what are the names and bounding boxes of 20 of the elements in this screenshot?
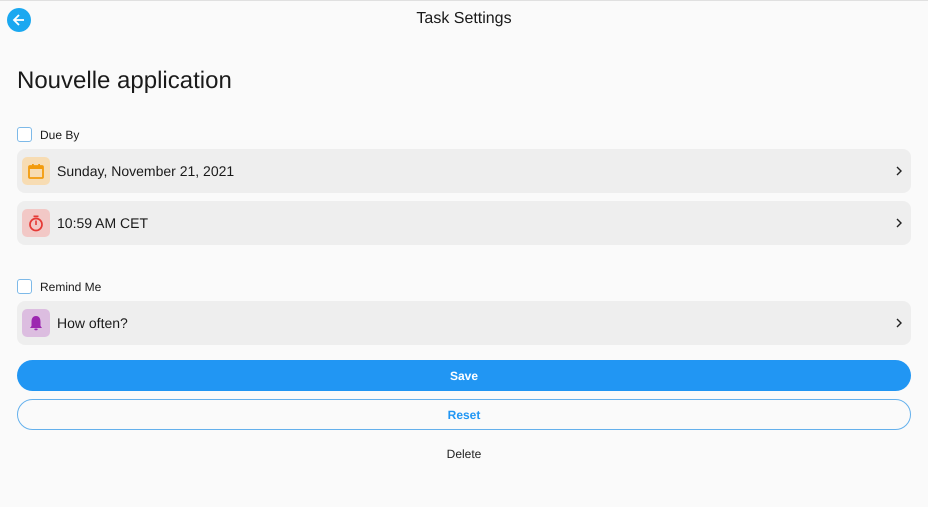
row-label: 10:59 AM CET bbox=[57, 215, 150, 231]
checkbox-label: Due By bbox=[40, 128, 80, 142]
chevron-icon bbox=[895, 166, 903, 176]
chevron-icon bbox=[895, 218, 903, 228]
chevron-icon bbox=[895, 318, 903, 328]
checkbox-label: Remind Me bbox=[40, 280, 102, 294]
calendar-icon bbox=[26, 161, 46, 181]
checkbox[interactable] bbox=[17, 127, 32, 142]
checkbox[interactable] bbox=[17, 279, 32, 294]
setting-row[interactable]: Sunday, November 21, 2021 bbox=[17, 149, 911, 193]
back-button[interactable] bbox=[7, 8, 31, 32]
page-title: Task Settings bbox=[416, 10, 512, 28]
back-arrow-icon bbox=[11, 12, 27, 28]
row-label: Sunday, November 21, 2021 bbox=[57, 163, 236, 179]
setting-row[interactable]: 10:59 AM CET bbox=[17, 201, 911, 245]
stopwatch-icon bbox=[26, 213, 46, 233]
setting-row[interactable]: How often? bbox=[17, 301, 911, 345]
task-name: Nouvelle application bbox=[17, 67, 233, 95]
text-button[interactable]: Delete bbox=[436, 438, 492, 469]
row-label: How often? bbox=[57, 315, 129, 331]
